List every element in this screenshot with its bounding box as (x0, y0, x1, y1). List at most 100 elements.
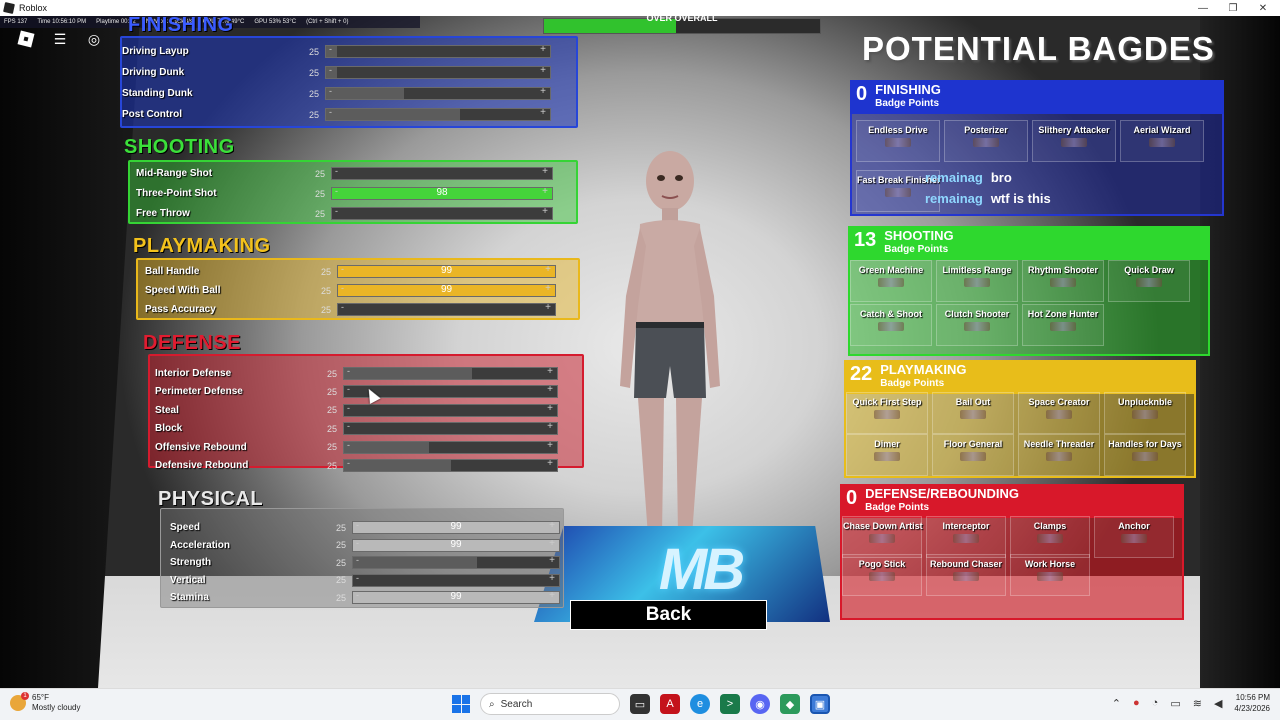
attribute-slider[interactable]: - + (352, 555, 560, 570)
decrease-button[interactable]: - (347, 458, 350, 468)
increase-button[interactable]: + (549, 573, 555, 584)
badge-tile[interactable]: Dimer (846, 434, 928, 476)
microphone-icon[interactable]: ● (1133, 697, 1140, 709)
decrease-button[interactable]: - (329, 86, 332, 96)
badge-tile[interactable]: Rebound Chaser (926, 554, 1006, 596)
badge-tile[interactable]: Limitless Range (936, 260, 1018, 302)
terminal-icon[interactable]: > (720, 694, 740, 714)
badge-tile[interactable]: Clamps (1010, 516, 1090, 558)
chevron-up-icon[interactable]: ⌃ (1112, 697, 1121, 710)
attribute-slider[interactable]: - +99 (352, 520, 560, 534)
decrease-button[interactable]: - (347, 384, 350, 394)
attribute-slider[interactable]: - +99 (352, 538, 560, 552)
badge-tile[interactable]: Work Horse (1010, 554, 1090, 596)
increase-button[interactable]: + (547, 440, 553, 451)
badge-tile[interactable]: Space Creator (1018, 392, 1100, 434)
attribute-slider[interactable]: - + (337, 302, 556, 316)
chat-username[interactable]: remainag (925, 170, 983, 185)
decrease-button[interactable]: - (347, 440, 350, 450)
increase-button[interactable]: + (547, 421, 553, 432)
hamburger-menu-button[interactable]: ☰ (50, 30, 70, 48)
badge-tile[interactable]: Rhythm Shooter (1022, 260, 1104, 302)
decrease-button[interactable]: - (356, 573, 359, 583)
wifi-icon[interactable]: ≋ (1193, 697, 1202, 710)
display-icon[interactable]: ▭ (1170, 697, 1180, 710)
increase-button[interactable]: + (547, 403, 553, 414)
back-button[interactable]: Back (570, 600, 767, 630)
taskbar-search[interactable]: ⌕ Search (480, 693, 620, 715)
start-button[interactable] (452, 695, 470, 713)
discord-icon[interactable]: ◉ (750, 694, 770, 714)
edge-icon[interactable]: e (690, 694, 710, 714)
badge-tile[interactable]: Green Machine (850, 260, 932, 302)
increase-button[interactable]: + (542, 166, 548, 177)
increase-button[interactable]: + (545, 302, 551, 313)
badge-tile[interactable]: Interceptor (926, 516, 1006, 558)
weather-widget[interactable]: 1 65°F Mostly cloudy (10, 692, 80, 713)
decrease-button[interactable]: - (356, 555, 359, 565)
increase-button[interactable]: + (540, 107, 546, 118)
attribute-slider[interactable]: - + (343, 421, 558, 436)
attribute-slider[interactable]: - +99 (352, 590, 560, 605)
attribute-slider[interactable]: - + (343, 440, 558, 454)
attribute-slider[interactable]: - + (325, 107, 551, 121)
chat-username[interactable]: remainag (925, 191, 983, 206)
attribute-slider[interactable]: - +99 (337, 264, 556, 278)
decrease-button[interactable]: - (335, 206, 338, 216)
decrease-button[interactable]: - (341, 302, 344, 312)
badge-tile[interactable]: Posterizer (944, 120, 1028, 162)
attribute-slider[interactable]: - + (331, 206, 553, 220)
increase-button[interactable]: + (547, 384, 553, 395)
badge-tile[interactable]: Bail Out (932, 392, 1014, 434)
decrease-button[interactable]: - (347, 366, 350, 376)
network-icon[interactable]: ◔ (1152, 697, 1159, 709)
attribute-slider[interactable]: - + (343, 403, 558, 417)
attribute-slider[interactable]: - +98 (331, 186, 553, 200)
badge-tile[interactable]: Quick First Step (846, 392, 928, 434)
decrease-button[interactable]: - (329, 65, 332, 75)
badge-tile[interactable]: Quick Draw (1108, 260, 1190, 302)
badge-tile[interactable]: Clutch Shooter (936, 304, 1018, 346)
acrobat-icon[interactable]: A (660, 694, 680, 714)
taskbar-clock[interactable]: 10:56 PM 4/23/2026 (1234, 692, 1270, 714)
increase-button[interactable]: + (540, 65, 546, 76)
badge-tile[interactable]: Slithery Attacker (1032, 120, 1116, 162)
increase-button[interactable]: + (547, 366, 553, 377)
roblox-taskbar-icon[interactable]: ▣ (810, 694, 830, 714)
attribute-slider[interactable]: - + (325, 86, 551, 100)
maximize-button[interactable]: ❐ (1218, 0, 1248, 16)
attribute-slider[interactable]: - + (343, 458, 558, 472)
badge-tile[interactable]: Floor General (932, 434, 1014, 476)
attribute-slider[interactable]: - + (325, 65, 551, 79)
decrease-button[interactable]: - (329, 107, 332, 117)
badge-tile[interactable]: Hot Zone Hunter (1022, 304, 1104, 346)
badge-tile[interactable]: Anchor (1094, 516, 1174, 558)
decrease-button[interactable]: - (347, 403, 350, 413)
decrease-button[interactable]: - (329, 44, 332, 54)
badge-tile[interactable]: Catch & Shoot (850, 304, 932, 346)
badge-tile[interactable]: Aerial Wizard (1120, 120, 1204, 162)
increase-button[interactable]: + (542, 206, 548, 217)
attribute-slider[interactable]: - + (325, 44, 551, 58)
badge-tile[interactable]: Endless Drive (856, 120, 940, 162)
badge-tile[interactable]: Pogo Stick (842, 554, 922, 596)
minimize-button[interactable]: — (1188, 0, 1218, 16)
attribute-slider[interactable]: - + (343, 366, 558, 380)
task-view-icon[interactable]: ▭ (630, 694, 650, 714)
badge-tile[interactable]: Handles for Days (1104, 434, 1186, 476)
badge-tile[interactable]: Unplucknble (1104, 392, 1186, 434)
badge-tile[interactable]: Chase Down Artist (842, 516, 923, 558)
decrease-button[interactable]: - (347, 421, 350, 431)
voice-chat-button[interactable]: ◎ (84, 30, 104, 48)
volume-icon[interactable]: ◀ (1214, 697, 1222, 710)
attribute-slider[interactable]: - + (352, 573, 560, 587)
decrease-button[interactable]: - (335, 166, 338, 176)
attribute-slider[interactable]: - +99 (337, 283, 556, 297)
increase-button[interactable]: + (547, 458, 553, 469)
increase-button[interactable]: + (549, 555, 555, 566)
badge-tile[interactable]: Needle Threader (1018, 434, 1100, 476)
close-button[interactable]: ✕ (1248, 0, 1278, 16)
increase-button[interactable]: + (540, 86, 546, 97)
game-app-icon[interactable]: ◆ (780, 694, 800, 714)
increase-button[interactable]: + (540, 44, 546, 55)
